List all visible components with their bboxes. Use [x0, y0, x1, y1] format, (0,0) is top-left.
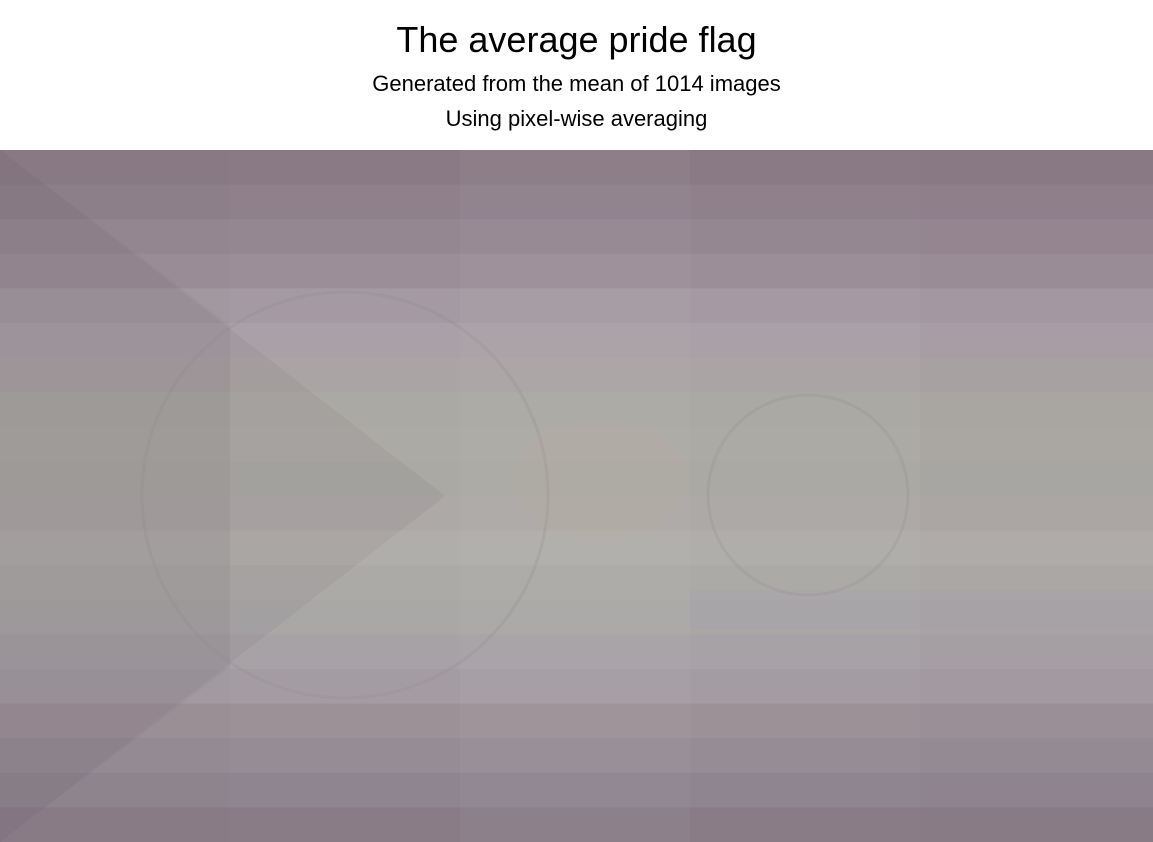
- cool-band-patch: [690, 590, 1153, 630]
- averaged-flag-graphic: [0, 150, 1153, 842]
- center-glow: [510, 420, 690, 540]
- subtitle-line-1: Generated from the mean of 1014 images: [372, 71, 781, 96]
- right-column-shade: [920, 150, 1153, 842]
- header: The average pride flag Generated from th…: [0, 0, 1153, 150]
- flag-overlay-shapes: [0, 150, 1153, 842]
- page-title: The average pride flag: [396, 19, 757, 60]
- subtitle-line-2: Using pixel-wise averaging: [445, 106, 708, 131]
- averaged-flag-image: [0, 150, 1153, 842]
